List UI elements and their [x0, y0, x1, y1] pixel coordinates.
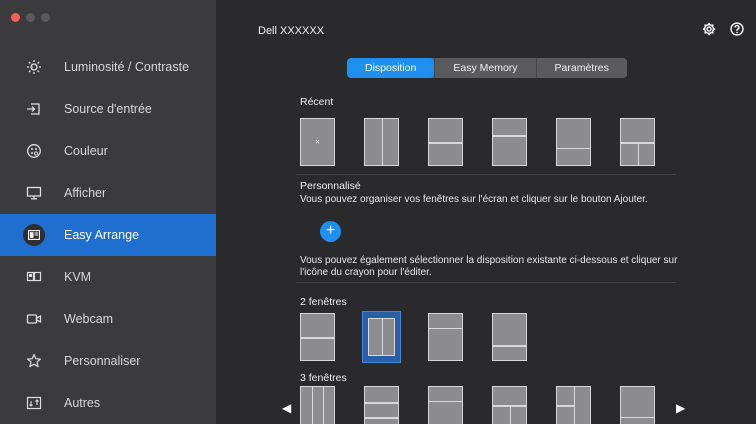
- webcam-icon: [26, 311, 42, 327]
- help-icon[interactable]: [730, 22, 744, 39]
- recent-layout-three[interactable]: [620, 118, 655, 166]
- sidebar-item-label: Easy Arrange: [64, 228, 140, 242]
- brightness-icon: [26, 59, 42, 75]
- custom-description: Vous pouvez organiser vos fenêtres sur l…: [300, 194, 648, 205]
- input-source-icon: [26, 101, 42, 117]
- sidebar-nav: Luminosité / Contraste Source d'entrée C…: [0, 46, 216, 424]
- recent-layout-bottom-small[interactable]: [556, 118, 591, 166]
- scroll-left-arrow[interactable]: ◀: [282, 401, 291, 415]
- sidebar-item-display[interactable]: Afficher: [0, 172, 216, 214]
- sidebar-item-label: Personnaliser: [64, 354, 141, 368]
- display-icon: [26, 185, 42, 201]
- sidebar-item-label: KVM: [64, 270, 92, 284]
- main-panel: Dell XXXXXX Disposition Easy Memory Para…: [216, 0, 756, 424]
- layout-2-vertical-selected[interactable]: [362, 311, 401, 363]
- sidebar-item-easy-arrange[interactable]: Easy Arrange: [0, 214, 216, 256]
- sidebar-item-personalize[interactable]: Personnaliser: [0, 340, 216, 382]
- layout-2-bottom-small[interactable]: [492, 313, 527, 361]
- sidebar-item-webcam[interactable]: Webcam: [0, 298, 216, 340]
- sidebar-item-label: Luminosité / Contraste: [64, 60, 190, 74]
- kvm-icon: [26, 269, 42, 285]
- sidebar-item-others[interactable]: Autres: [0, 382, 216, 424]
- close-icon[interactable]: ×: [315, 138, 320, 147]
- tab-disposition[interactable]: Disposition: [347, 58, 435, 78]
- minimize-window-button[interactable]: [26, 13, 35, 22]
- color-icon: [26, 143, 42, 159]
- sidebar-item-label: Source d'entrée: [64, 102, 152, 116]
- layout-3-top-split[interactable]: [428, 386, 463, 424]
- layout-3-columns[interactable]: [300, 386, 335, 424]
- layout-3-bottom-split[interactable]: [492, 386, 527, 424]
- layout-3-left-split[interactable]: [556, 386, 591, 424]
- sidebar-item-label: Couleur: [64, 144, 108, 158]
- sidebar-item-label: Webcam: [64, 312, 114, 326]
- sidebar: Luminosité / Contraste Source d'entrée C…: [0, 0, 216, 424]
- recent-layouts: ×: [300, 118, 655, 166]
- top-toolbar: [702, 22, 744, 39]
- two-window-layouts: [300, 311, 527, 363]
- layout-2-horizontal[interactable]: [300, 313, 335, 361]
- layout-3-right-split[interactable]: [620, 386, 655, 424]
- zoom-window-button[interactable]: [41, 13, 50, 22]
- custom-label: Personnalisé: [300, 180, 361, 192]
- tab-easy-memory[interactable]: Easy Memory: [434, 58, 535, 78]
- star-icon: [26, 353, 42, 369]
- others-icon: [26, 395, 42, 411]
- scroll-right-arrow[interactable]: ▶: [676, 401, 685, 415]
- window-title: Dell XXXXXX: [258, 25, 325, 37]
- recent-layout-top-small[interactable]: [492, 118, 527, 166]
- tab-bar: Disposition Easy Memory Paramètres: [347, 58, 627, 78]
- divider: [296, 282, 676, 283]
- sidebar-item-brightness[interactable]: Luminosité / Contraste: [0, 46, 216, 88]
- recent-layout-single[interactable]: ×: [300, 118, 335, 166]
- existing-description: Vous pouvez également sélectionner la di…: [300, 255, 678, 278]
- window-controls: [11, 13, 50, 22]
- group-label-2: 2 fenêtres: [300, 296, 347, 308]
- sidebar-item-kvm[interactable]: KVM: [0, 256, 216, 298]
- add-button[interactable]: +: [320, 221, 341, 242]
- three-window-layouts: [300, 386, 655, 424]
- recent-layout-split-vertical[interactable]: [364, 118, 399, 166]
- sidebar-item-label: Autres: [64, 396, 101, 410]
- easy-arrange-icon: [23, 224, 45, 246]
- sidebar-item-color[interactable]: Couleur: [0, 130, 216, 172]
- layout-3-rows[interactable]: [364, 386, 399, 424]
- sidebar-item-label: Afficher: [64, 186, 107, 200]
- layout-2-top-small[interactable]: [428, 313, 463, 361]
- close-window-button[interactable]: [11, 13, 20, 22]
- divider: [296, 174, 676, 175]
- group-label-3: 3 fenêtres: [300, 372, 347, 384]
- recent-label: Récent: [300, 96, 334, 108]
- sidebar-item-input-source[interactable]: Source d'entrée: [0, 88, 216, 130]
- gear-icon[interactable]: [702, 22, 716, 39]
- tab-parametres[interactable]: Paramètres: [535, 58, 627, 78]
- recent-layout-split-horizontal[interactable]: [428, 118, 463, 166]
